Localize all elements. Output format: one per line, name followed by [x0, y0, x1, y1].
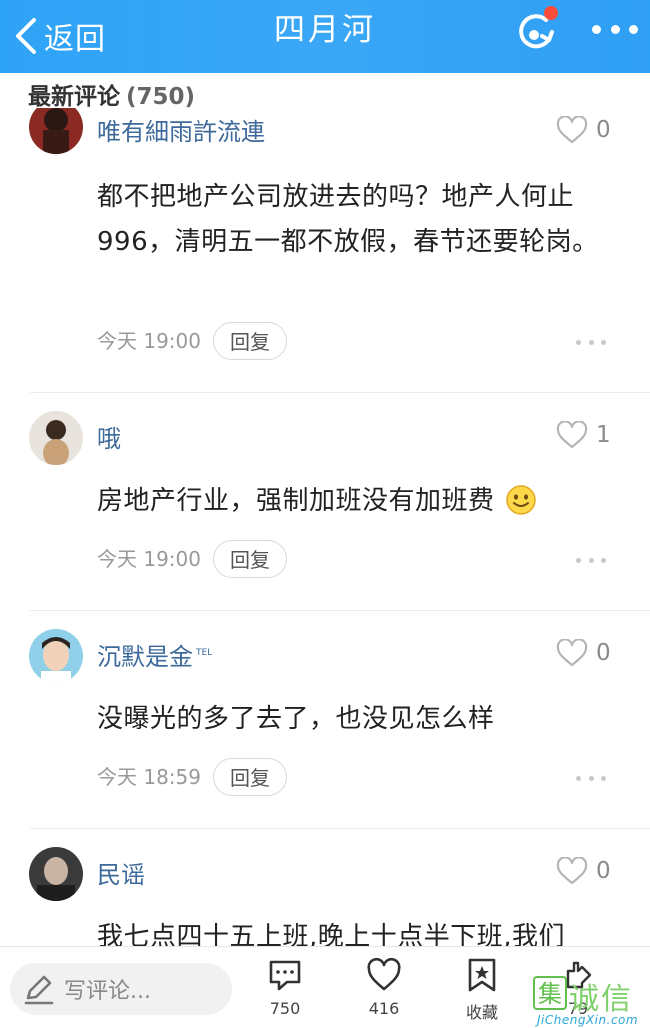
reply-button[interactable]: 回复	[213, 322, 287, 360]
comment-time: 今天 18:59	[97, 765, 201, 789]
write-comment-placeholder: 写评论...	[64, 979, 151, 1004]
comment-count: (750)	[126, 84, 196, 110]
heart-icon	[556, 639, 588, 667]
top-navigation-bar: 返回 四月河	[0, 0, 650, 73]
watermark-text: 诚信	[569, 982, 633, 1017]
more-dot-icon	[629, 24, 638, 34]
heart-icon	[367, 957, 401, 991]
favorite-button[interactable]: 收藏	[452, 957, 512, 1023]
comment-author[interactable]: 哦	[97, 419, 121, 454]
bookmark-star-icon	[468, 958, 496, 992]
comments-button[interactable]: 750	[255, 957, 315, 1023]
more-dot-icon	[592, 24, 601, 34]
section-title: 最新评论	[28, 84, 120, 110]
avatar-image	[29, 411, 83, 465]
divider	[30, 828, 650, 829]
comment-bubble-icon	[269, 960, 301, 991]
author-badge: TEL	[196, 648, 213, 658]
like-button[interactable]: 0	[556, 112, 616, 148]
comments-count: 750	[269, 999, 301, 1018]
chevron-left-icon	[16, 18, 36, 54]
comment-text: 都不把地产公司放进去的吗？地产人何止996，清明五一都不放假，春节还要轮岗。	[97, 182, 599, 257]
comment-more-button[interactable]	[576, 337, 606, 347]
divider	[30, 610, 650, 611]
heart-icon	[556, 116, 588, 144]
divider	[30, 392, 650, 393]
comment-text-content: 房地产行业，强制加班没有加班费	[97, 486, 495, 516]
heart-icon	[556, 421, 588, 449]
refresh-button[interactable]	[508, 6, 560, 58]
more-dot-icon	[610, 24, 620, 34]
avatar-image	[29, 847, 83, 901]
comment-more-button[interactable]	[576, 773, 606, 783]
back-button[interactable]: 返回	[12, 14, 106, 58]
watermark: 集 诚信 JiChengXin.com	[533, 976, 650, 1027]
notification-badge	[544, 6, 558, 20]
smile-emoji-icon	[506, 485, 537, 515]
like-button[interactable]: 0	[556, 635, 616, 671]
comment-author[interactable]: 沉默是金 TEL	[97, 637, 212, 672]
avatar[interactable]	[29, 847, 83, 901]
like-count: 0	[596, 858, 611, 884]
comment-text: 我七点四十五上班,晚上十点半下班,我们	[97, 922, 566, 948]
avatar[interactable]	[29, 108, 83, 154]
like-count: 0	[596, 117, 611, 143]
reply-button[interactable]: 回复	[213, 758, 287, 796]
heart-icon	[556, 857, 588, 885]
avatar-image	[29, 629, 83, 683]
more-menu-button[interactable]	[592, 16, 638, 42]
avatar[interactable]	[29, 629, 83, 683]
comment-time: 今天 19:00	[97, 329, 201, 353]
watermark-logo: 集	[533, 976, 567, 1010]
write-comment-input[interactable]: 写评论...	[10, 963, 232, 1015]
avatar[interactable]	[29, 411, 83, 465]
reply-button[interactable]: 回复	[213, 540, 287, 578]
like-button[interactable]: 1	[556, 417, 616, 453]
avatar-image	[29, 108, 83, 154]
like-button[interactable]: 0	[556, 853, 616, 889]
author-name: 沉默是金	[97, 643, 193, 671]
likes-count: 416	[368, 999, 400, 1018]
favorite-label: 收藏	[465, 1003, 498, 1022]
comment-text: 房地产行业，强制加班没有加班费	[97, 479, 627, 524]
comment-text: 没曝光的多了去了，也没见怎么样	[97, 704, 495, 734]
comment-list: 唯有細雨許流連 0 都不把地产公司放进去的吗？地产人何止996，清明五一都不放假…	[0, 108, 650, 948]
back-label: 返回	[44, 22, 106, 57]
comment-more-button[interactable]	[576, 555, 606, 565]
like-article-button[interactable]: 416	[354, 957, 414, 1023]
watermark-url: JiChengXin.com	[537, 1013, 639, 1027]
like-count: 1	[596, 422, 611, 448]
comment-author[interactable]: 民谣	[97, 855, 145, 890]
pencil-icon	[24, 975, 54, 1005]
comment-author[interactable]: 唯有細雨許流連	[97, 112, 265, 147]
like-count: 0	[596, 640, 611, 666]
comment-time: 今天 19:00	[97, 547, 201, 571]
